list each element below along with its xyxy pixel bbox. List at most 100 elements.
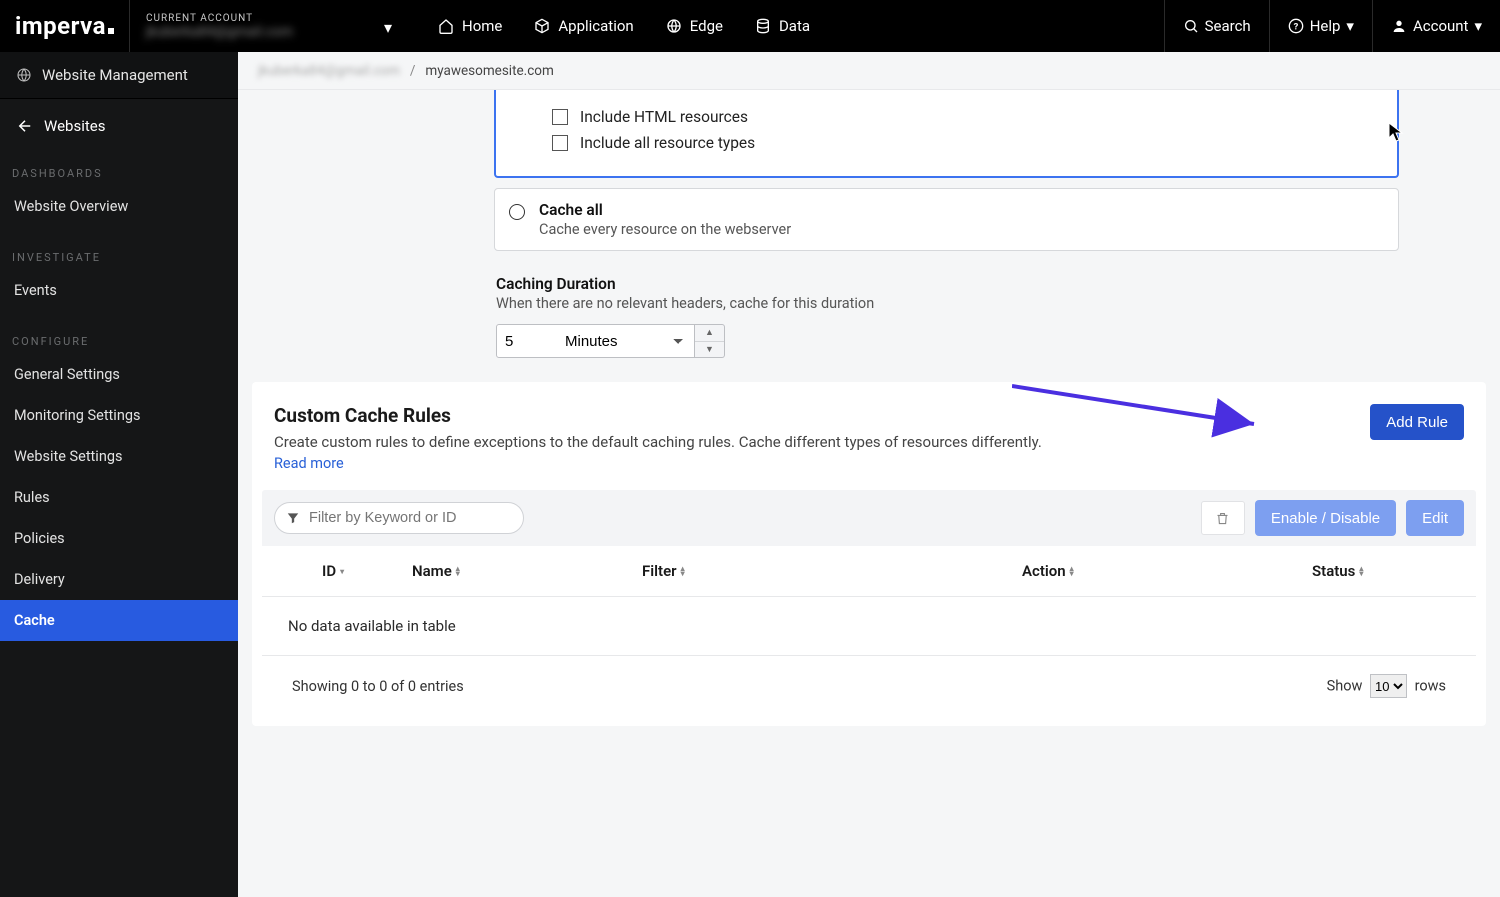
rules-read-more-link[interactable]: Read more — [274, 455, 344, 472]
add-rule-button[interactable]: Add Rule — [1370, 404, 1464, 440]
rules-toolbar: Enable / Disable Edit — [262, 490, 1476, 546]
col-status[interactable]: Status▴▾ — [1312, 562, 1456, 580]
help-icon: ? — [1288, 18, 1304, 34]
nav-home[interactable]: Home — [438, 17, 502, 35]
delete-button[interactable] — [1201, 501, 1245, 535]
edit-button[interactable]: Edit — [1406, 500, 1464, 536]
topbar: imperva CURRENT ACCOUNT jkuberka84@gmail… — [0, 0, 1500, 52]
account-picker-label: CURRENT ACCOUNT — [146, 13, 394, 24]
sidebar-item-events[interactable]: Events — [0, 270, 238, 311]
sidebar-item-delivery[interactable]: Delivery — [0, 559, 238, 600]
duration-stepper[interactable]: ▲ ▼ — [695, 324, 725, 358]
edge-icon — [666, 18, 682, 34]
sidebar-back-label: Websites — [44, 117, 105, 135]
brand-logo: imperva — [0, 0, 130, 52]
sort-icon: ▴▾ — [456, 566, 460, 576]
rules-sub: Create custom rules to define exceptions… — [274, 433, 1042, 451]
nav-application-label: Application — [558, 17, 633, 35]
account-menu[interactable]: Account ▾ — [1372, 0, 1500, 52]
enable-disable-button[interactable]: Enable / Disable — [1255, 500, 1396, 536]
breadcrumb: jkuberka84@gmail.com / myawesomesite.com — [238, 52, 1500, 90]
checkbox-include-html[interactable]: Include HTML resources — [552, 104, 1341, 130]
sidebar-item-rules[interactable]: Rules — [0, 477, 238, 518]
search-icon — [1183, 18, 1199, 34]
nav-application[interactable]: Application — [534, 17, 633, 35]
col-action[interactable]: Action▴▾ — [1022, 562, 1312, 580]
search-label: Search — [1205, 17, 1251, 35]
sidebar-item-website-settings[interactable]: Website Settings — [0, 436, 238, 477]
filter-input[interactable] — [274, 502, 524, 534]
checkbox-label: Include all resource types — [580, 134, 755, 152]
account-picker[interactable]: CURRENT ACCOUNT jkuberka84@gmail.com ▾ — [130, 0, 410, 52]
arrow-left-icon — [16, 117, 34, 135]
page-size-select[interactable]: 10 — [1370, 674, 1407, 698]
breadcrumb-account[interactable]: jkuberka84@gmail.com — [258, 63, 400, 79]
account-picker-email: jkuberka84@gmail.com — [146, 24, 394, 40]
content-area: Include HTML resources Include all resou… — [238, 90, 1500, 897]
svg-text:?: ? — [1293, 21, 1298, 32]
stepper-down-icon[interactable]: ▼ — [695, 342, 724, 358]
checkbox-include-all[interactable]: Include all resource types — [552, 130, 1341, 156]
caret-down-icon: ▾ — [1474, 17, 1482, 35]
caching-duration-block: Caching Duration When there are no relev… — [494, 275, 1399, 358]
sidebar-item-cache[interactable]: Cache — [0, 600, 238, 641]
nav-data-label: Data — [779, 17, 810, 35]
sidebar-item-policies[interactable]: Policies — [0, 518, 238, 559]
caching-duration-title: Caching Duration — [496, 275, 1399, 293]
user-icon — [1391, 18, 1407, 34]
cache-all-option[interactable]: Cache all Cache every resource on the we… — [494, 188, 1399, 251]
section-configure-label: CONFIGURE — [0, 325, 238, 354]
cache-all-title: Cache all — [539, 201, 791, 219]
top-nav: Home Application Edge Data — [410, 17, 1164, 35]
col-filter[interactable]: Filter▴▾ — [642, 562, 1022, 580]
nav-home-label: Home — [462, 17, 502, 35]
duration-unit-select[interactable]: Minutes — [555, 324, 695, 358]
sidebar-item-website-overview[interactable]: Website Overview — [0, 186, 238, 227]
col-name[interactable]: Name▴▾ — [412, 562, 642, 580]
caret-down-icon: ▾ — [384, 18, 392, 37]
checkbox-icon[interactable] — [552, 135, 568, 151]
help-label: Help — [1310, 17, 1341, 35]
sort-icon: ▴▾ — [1359, 566, 1363, 576]
cache-mode-panel: Include HTML resources Include all resou… — [494, 90, 1399, 358]
globe-icon — [16, 67, 32, 83]
sidebar: Website Management Websites DASHBOARDS W… — [0, 52, 238, 897]
rules-title: Custom Cache Rules — [274, 404, 1042, 427]
section-dashboards-label: DASHBOARDS — [0, 157, 238, 186]
sidebar-back[interactable]: Websites — [0, 99, 238, 157]
filter-icon — [286, 511, 300, 525]
sort-icon: ▾ — [340, 569, 344, 574]
cache-selected-option: Include HTML resources Include all resou… — [494, 90, 1399, 178]
cache-all-sub: Cache every resource on the webserver — [539, 221, 791, 238]
data-icon — [755, 18, 771, 34]
stepper-up-icon[interactable]: ▲ — [695, 325, 724, 342]
sort-icon: ▴▾ — [681, 566, 685, 576]
table-info: Showing 0 to 0 of 0 entries — [292, 678, 464, 695]
rules-table: ID▾ Name▴▾ Filter▴▾ Action▴▾ Status▴▾ No… — [262, 546, 1476, 698]
custom-cache-rules-card: Custom Cache Rules Create custom rules t… — [252, 382, 1486, 726]
checkbox-icon[interactable] — [552, 109, 568, 125]
col-id[interactable]: ID▾ — [282, 562, 412, 580]
duration-value-input[interactable] — [496, 324, 556, 358]
caret-down-icon: ▾ — [1346, 17, 1354, 35]
account-label: Account — [1413, 17, 1469, 35]
nav-edge-label: Edge — [690, 17, 723, 35]
sidebar-item-monitoring-settings[interactable]: Monitoring Settings — [0, 395, 238, 436]
sidebar-header: Website Management — [0, 52, 238, 99]
sidebar-header-title: Website Management — [42, 66, 188, 84]
radio-icon[interactable] — [509, 204, 525, 220]
filter-field[interactable] — [274, 502, 524, 534]
nav-data[interactable]: Data — [755, 17, 810, 35]
main: jkuberka84@gmail.com / myawesomesite.com… — [238, 52, 1500, 897]
annotation-arrow-icon — [1012, 382, 1272, 442]
breadcrumb-site[interactable]: myawesomesite.com — [425, 63, 553, 79]
nav-edge[interactable]: Edge — [666, 17, 723, 35]
brand-dot — [108, 28, 114, 34]
search-button[interactable]: Search — [1164, 0, 1269, 52]
sidebar-item-general-settings[interactable]: General Settings — [0, 354, 238, 395]
home-icon — [438, 18, 454, 34]
brand-text: imperva — [15, 12, 106, 40]
breadcrumb-separator: / — [410, 63, 416, 79]
help-menu[interactable]: ? Help ▾ — [1269, 0, 1372, 52]
checkbox-label: Include HTML resources — [580, 108, 748, 126]
